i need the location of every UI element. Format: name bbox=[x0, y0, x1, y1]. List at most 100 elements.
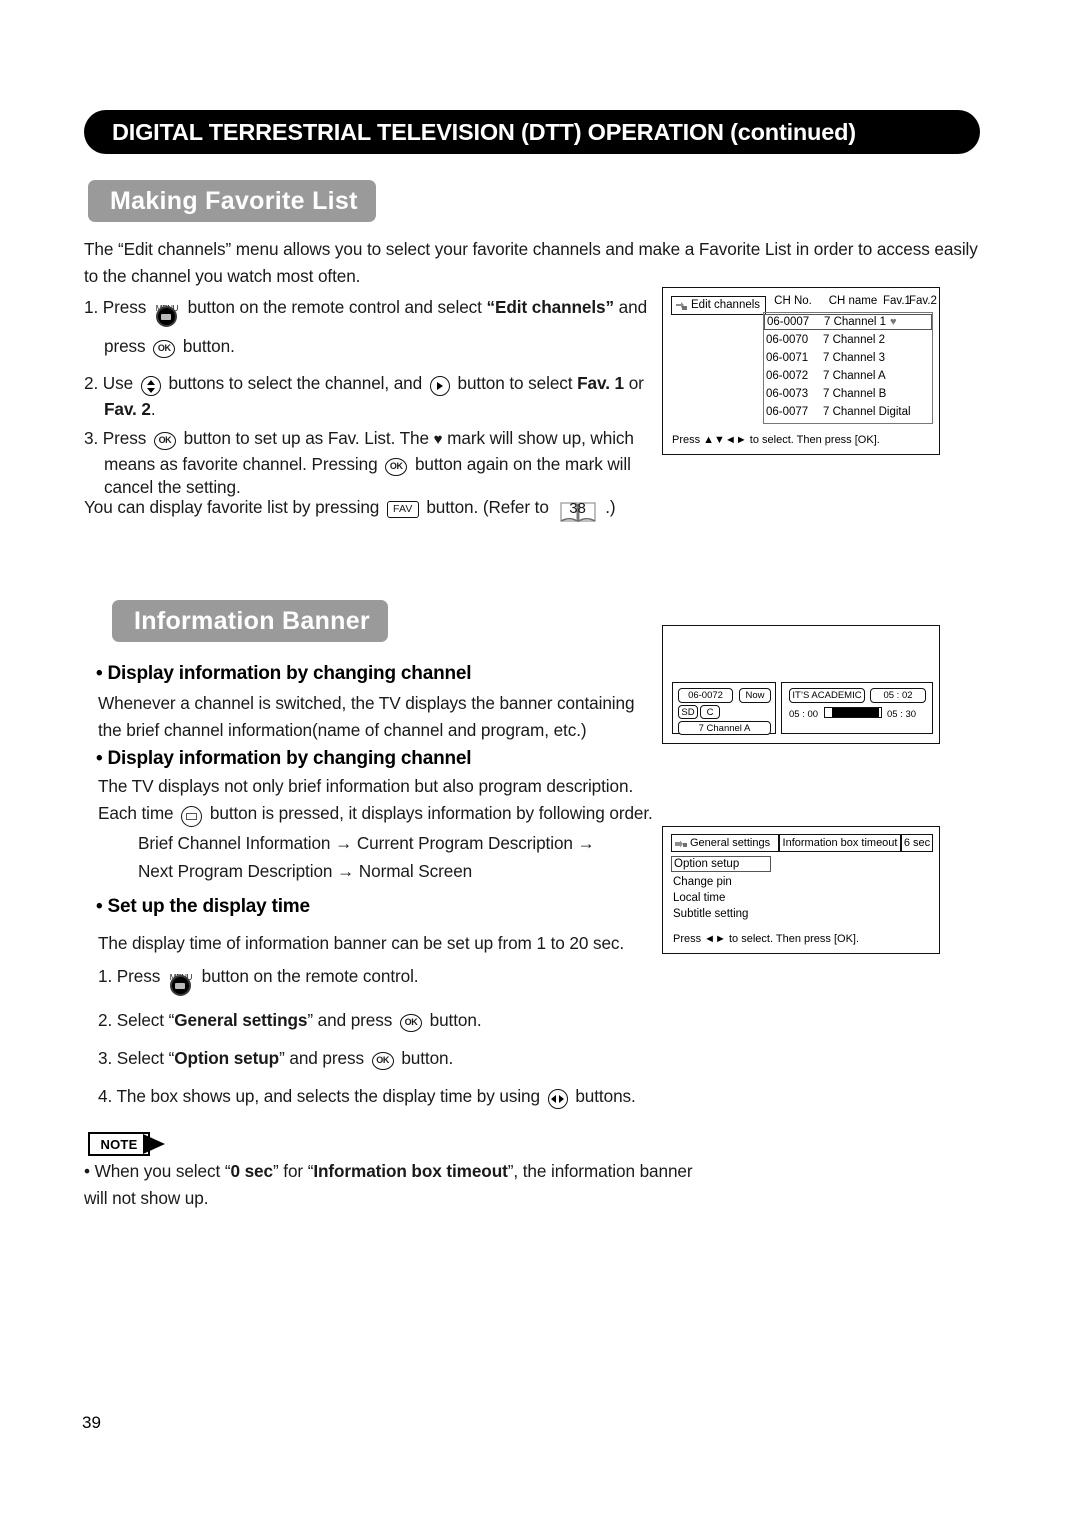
banner-order-line-1: Brief Channel Information → Current Prog… bbox=[138, 833, 595, 853]
information-box-timeout-label[interactable]: Information box timeout bbox=[779, 834, 901, 852]
table-row[interactable]: 06-0073 7 Channel B bbox=[766, 386, 930, 402]
note-text-0sec: 0 sec bbox=[230, 1161, 273, 1181]
table-row[interactable]: 06-0077 7 Channel Digital bbox=[766, 404, 930, 420]
menu-button-icon-2: MENU bbox=[168, 966, 194, 997]
menu-item-local-time[interactable]: Local time bbox=[673, 892, 725, 904]
step2-middle: buttons to select the channel, and bbox=[168, 373, 423, 393]
favorite-step-1: 1. Press MENU button on the remote contr… bbox=[84, 294, 664, 328]
table-row[interactable]: 06-0070 7 Channel 2 bbox=[766, 332, 930, 348]
page-number: 39 bbox=[82, 1413, 101, 1432]
heart-mark-icon: ♥ bbox=[433, 431, 443, 448]
step2-prefix: 2. Use bbox=[84, 373, 134, 393]
step3-middle: button to set up as Fav. List. The bbox=[183, 428, 429, 448]
note-text-e: ”, the information bbox=[507, 1161, 635, 1181]
bullet-heading-set-display-time: • Set up the display time bbox=[96, 896, 310, 917]
edit-channels-tab: Edit channels bbox=[671, 296, 767, 315]
bstep3-prefix: 3. Select “ bbox=[98, 1048, 175, 1068]
fav-button-icon: FAV bbox=[386, 501, 419, 519]
banner-progress-track bbox=[824, 707, 882, 718]
remote-glyph-icon bbox=[675, 301, 688, 311]
page-title: DIGITAL TERRESTRIAL TELEVISION (DTT) OPE… bbox=[112, 118, 856, 145]
step3-prefix: 3. Press bbox=[84, 428, 147, 448]
banner-clock: 05 : 02 bbox=[870, 688, 926, 703]
bstep3-mid: ” and press bbox=[279, 1048, 364, 1068]
bstep4-tail: buttons. bbox=[575, 1086, 636, 1106]
each-time-tail: button is pressed, it displays informati… bbox=[209, 803, 653, 823]
each-time-prefix: Each time bbox=[98, 803, 174, 823]
step1-and: and bbox=[618, 297, 648, 317]
menu-item-option-setup[interactable]: Option setup bbox=[671, 856, 771, 872]
table-row[interactable]: 06-0007 7 Channel 1 ♥ bbox=[764, 314, 932, 330]
banner-sub3-body: The display time of information banner c… bbox=[98, 933, 625, 953]
banner-now-label: Now bbox=[739, 688, 771, 703]
row-ch-name: 7 Channel B bbox=[823, 388, 887, 400]
row-ch-name: 7 Channel Digital bbox=[823, 406, 911, 418]
bullet-heading-display-info-2: • Display information by changing channe… bbox=[96, 748, 472, 769]
section-heading-making-favorite-list: Making Favorite List bbox=[88, 180, 376, 222]
edit-channels-diagram: Edit channels CH No. CH name Fav.1 Fav.2… bbox=[662, 287, 940, 455]
bstep2-tail: button. bbox=[429, 1010, 482, 1030]
bstep2-mid: ” and press bbox=[307, 1010, 393, 1030]
banner-channel-number: 06-0072 bbox=[678, 688, 733, 703]
banner-start-time: 05 : 00 bbox=[789, 709, 819, 720]
up-down-button-icon bbox=[140, 376, 161, 397]
row-ch-name: 7 Channel 3 bbox=[823, 352, 886, 364]
bstep3-tail: button. bbox=[401, 1048, 454, 1068]
banner-sub2-body: The TV displays not only brief informati… bbox=[98, 776, 634, 796]
row-ch-no: 06-0071 bbox=[766, 352, 809, 364]
row-ch-no: 06-0070 bbox=[766, 334, 809, 346]
note-text: • When you select “0 sec” for “Informati… bbox=[84, 1158, 704, 1212]
timeout-option-value: 6 sec bbox=[903, 837, 931, 849]
fav-line-prefix: You can display favorite list by pressin… bbox=[84, 497, 380, 517]
step2-select: button to select bbox=[457, 373, 573, 393]
col-header-ch-no: CH No. bbox=[774, 295, 812, 307]
step2-fav2: Fav. 2 bbox=[104, 399, 151, 419]
bullet-heading-display-info-1: • Display information by changing channe… bbox=[96, 663, 472, 684]
section-heading-label: Making Favorite List bbox=[110, 186, 358, 215]
banner-sub1-body: Whenever a channel is switched, the TV d… bbox=[98, 693, 635, 740]
favorite-step-1-cont: press OK button. bbox=[104, 333, 684, 360]
ok-button-icon-5: OK bbox=[371, 1051, 394, 1070]
general-settings-tab[interactable]: General settings bbox=[671, 834, 779, 852]
menu-item-subtitle-setting[interactable]: Subtitle setting bbox=[673, 908, 748, 920]
menu-item-change-pin[interactable]: Change pin bbox=[673, 876, 732, 888]
favorite-step-2-cont: Fav. 2. bbox=[104, 396, 156, 423]
information-box-timeout-value[interactable]: 6 sec bbox=[901, 834, 933, 852]
banner-step-1: 1. Press MENU button on the remote contr… bbox=[98, 963, 678, 997]
step3-tail: mark will show up, which bbox=[447, 428, 634, 448]
bstep2-prefix: 2. Select “ bbox=[98, 1010, 175, 1030]
favorite-fav-line: You can display favorite list by pressin… bbox=[84, 494, 684, 523]
left-right-button-icon bbox=[547, 1089, 568, 1110]
banner-progress-fill bbox=[832, 708, 879, 717]
table-row[interactable]: 06-0072 7 Channel A bbox=[766, 368, 930, 384]
right-arrow-button-icon bbox=[429, 376, 450, 397]
banner-program-title: IT’S ACADEMIC bbox=[789, 688, 865, 703]
page-reference-book-icon: 38 bbox=[558, 499, 598, 525]
bstep3-option-setup: Option setup bbox=[174, 1048, 280, 1068]
note-text-timeout: Information box timeout bbox=[313, 1161, 508, 1181]
fav-line-tail: .) bbox=[605, 497, 616, 517]
section-heading-information-banner: Information Banner bbox=[112, 600, 388, 642]
step3-line2a: means as favorite channel. Pressing bbox=[104, 454, 378, 474]
general-settings-footer-hint: Press ◄► to select. Then press [OK]. bbox=[673, 933, 860, 945]
bstep1-prefix: 1. Press bbox=[98, 966, 161, 986]
general-settings-diagram: General settings Information box timeout… bbox=[662, 826, 940, 954]
banner-step-4: 4. The box shows up, and selects the dis… bbox=[98, 1083, 698, 1110]
menu-button-icon: MENU bbox=[154, 297, 180, 328]
bstep4-prefix: 4. The box shows up, and selects the dis… bbox=[98, 1086, 540, 1106]
banner-end-time: 05 : 30 bbox=[887, 709, 917, 720]
note-text-a: • When you select “ bbox=[84, 1161, 231, 1181]
step2-fav1: Fav. 1 bbox=[577, 373, 625, 393]
favorite-intro-paragraph: The “Edit channels” menu allows you to s… bbox=[84, 239, 978, 286]
banner-channel-name: 7 Channel A bbox=[678, 721, 771, 735]
banner-badge-sd: SD bbox=[678, 705, 698, 719]
fav-line-mid: button. (Refer to bbox=[426, 497, 549, 517]
table-row[interactable]: 06-0071 7 Channel 3 bbox=[766, 350, 930, 366]
banner-each-time-line: Each time button is pressed, it displays… bbox=[98, 800, 678, 828]
edit-channels-footer-hint: Press ▲▼◄► to select. Then press [OK]. bbox=[672, 434, 880, 446]
banner-step-3: 3. Select “Option setup” and press OK bu… bbox=[98, 1045, 678, 1072]
ok-button-icon-2: OK bbox=[153, 431, 176, 450]
step3-line2b: button again on the mark will bbox=[414, 454, 631, 474]
row-ch-name: 7 Channel 1 bbox=[824, 316, 887, 328]
information-banner-diagram: 06-0072 Now SD C 7 Channel A IT’S ACADEM… bbox=[662, 625, 940, 744]
